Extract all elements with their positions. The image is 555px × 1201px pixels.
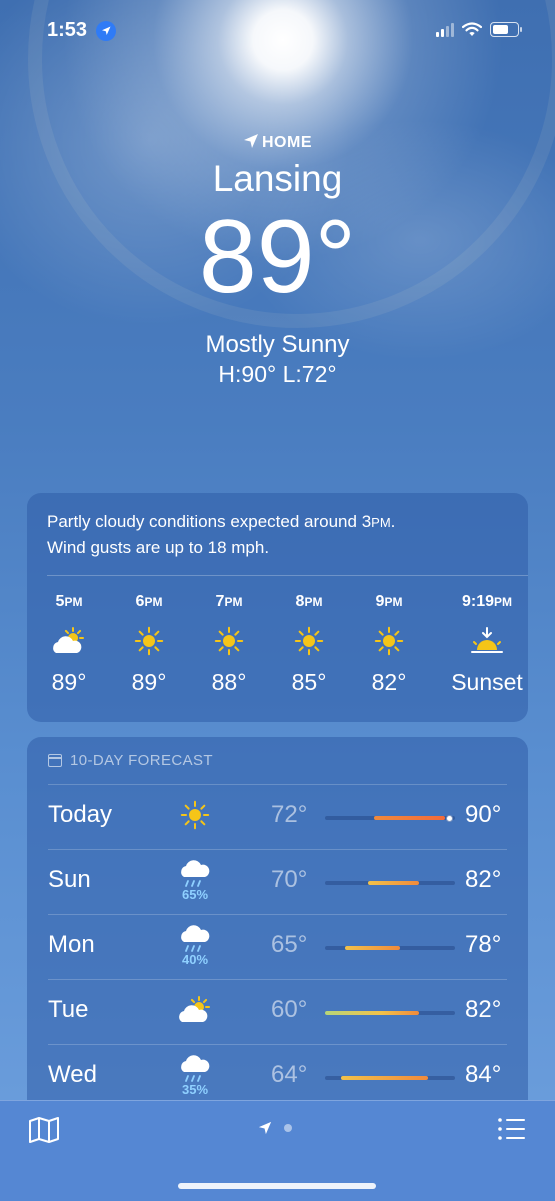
- ten-day-forecast-card[interactable]: 10-DAY FORECAST Today 72° 90° Sun 65% 70°…: [27, 737, 528, 1137]
- map-icon[interactable]: [28, 1116, 60, 1144]
- location-label: HOME: [0, 133, 555, 152]
- day-weather: 65%: [173, 859, 217, 902]
- day-label: Tue: [48, 996, 89, 1023]
- partly-cloudy-icon: [173, 995, 217, 1025]
- page-indicator[interactable]: [258, 1121, 292, 1135]
- temperature-range-fill: [367, 881, 419, 885]
- page-dot: [284, 1124, 292, 1132]
- temperature-range-bar: [325, 1011, 455, 1015]
- day-label: Mon: [48, 931, 95, 958]
- temperature-range-bar: [325, 946, 455, 950]
- forecast-title: 10-DAY FORECAST: [70, 752, 213, 769]
- hour-label: 5PM: [55, 593, 83, 610]
- hour-temperature: 89°: [51, 669, 87, 695]
- high-temperature: 90°: [465, 801, 502, 828]
- high-temperature: 82°: [465, 996, 502, 1023]
- location-services-icon: [96, 21, 116, 41]
- low-temperature: 70°: [271, 866, 308, 893]
- hour-label: 6PM: [135, 593, 163, 610]
- forecast-summary: Partly cloudy conditions expected around…: [47, 512, 396, 557]
- current-temperature: 89°: [198, 199, 357, 315]
- precip-chance: 40%: [181, 952, 209, 967]
- current-temp-dot: [445, 814, 453, 822]
- day-weather: 35%: [173, 1054, 217, 1097]
- forecast-row[interactable]: Today 72° 90°: [27, 784, 528, 849]
- low-temperature: 65°: [271, 931, 308, 958]
- day-label: Today: [48, 801, 113, 828]
- location-label-text: HOME: [262, 134, 312, 151]
- calendar-icon: [48, 754, 62, 767]
- temperature-range-fill: [325, 1011, 419, 1015]
- sun-icon: [173, 800, 217, 830]
- hour-temperature: 82°: [371, 669, 407, 695]
- sun-icon: [269, 623, 349, 659]
- sunset-icon: [447, 623, 527, 659]
- hour-temperature: 88°: [211, 669, 247, 695]
- hour-temperature: Sunset: [451, 669, 523, 695]
- hourly-item: 5PM 89°: [29, 593, 109, 696]
- temperature-range-fill: [340, 1076, 428, 1080]
- high-temperature: 78°: [465, 931, 502, 958]
- hour-label: 8PM: [295, 593, 323, 610]
- hour-temperature: 85°: [291, 669, 327, 695]
- home-indicator[interactable]: [178, 1183, 376, 1189]
- location-arrow-icon: [244, 134, 258, 148]
- wifi-icon: [462, 22, 482, 36]
- hour-label: 9:19PM: [461, 593, 513, 610]
- temperature-range-fill: [374, 816, 445, 820]
- list-icon[interactable]: [497, 1117, 525, 1141]
- hour-label: 7PM: [215, 593, 243, 610]
- high-low-temperature: H:90° L:72°: [218, 361, 337, 387]
- city-name: Lansing: [212, 158, 343, 199]
- temperature-range-fill: [344, 946, 401, 950]
- high-temperature: 82°: [465, 866, 502, 893]
- low-temperature: 72°: [271, 801, 308, 828]
- cellular-signal-icon: [436, 22, 454, 37]
- precip-chance: 35%: [181, 1082, 209, 1097]
- low-temperature: 60°: [271, 996, 308, 1023]
- rain-icon: [173, 859, 217, 889]
- hour-label: 9PM: [375, 593, 403, 610]
- status-time: 1:53: [47, 19, 88, 41]
- hourly-item: 8PM 85°: [269, 593, 349, 696]
- day-label: Sun: [48, 866, 91, 893]
- day-weather: [173, 794, 217, 830]
- forecast-header: 10-DAY FORECAST: [48, 752, 213, 769]
- hourly-item: 9:19PM Sunset: [447, 593, 527, 696]
- card-divider: [47, 575, 528, 576]
- temperature-range-bar: [325, 814, 455, 822]
- current-condition: Mostly Sunny: [205, 331, 350, 358]
- hourly-item: 6PM 89°: [109, 593, 189, 696]
- current-location-page-icon: [258, 1121, 272, 1135]
- sun-icon: [189, 623, 269, 659]
- rain-icon: [173, 924, 217, 954]
- battery-icon: [490, 22, 522, 37]
- temperature-range-bar: [325, 1076, 455, 1080]
- day-label: Wed: [48, 1061, 97, 1088]
- rain-icon: [173, 1054, 217, 1084]
- day-weather: 40%: [173, 924, 217, 967]
- sun-icon: [349, 623, 429, 659]
- day-weather: [173, 989, 217, 1025]
- precip-chance: 65%: [181, 887, 209, 902]
- status-indicators: [436, 22, 522, 37]
- hour-temperature: 89°: [131, 669, 167, 695]
- bottom-toolbar: [0, 1100, 555, 1201]
- forecast-row[interactable]: Mon 40% 65° 78°: [27, 914, 528, 979]
- high-temperature: 84°: [465, 1061, 502, 1088]
- sun-icon: [109, 623, 189, 659]
- low-temperature: 64°: [271, 1061, 308, 1088]
- partly-cloudy-icon: [29, 623, 109, 659]
- hourly-item: 9PM 82°: [349, 593, 429, 696]
- hourly-forecast-card[interactable]: Partly cloudy conditions expected around…: [27, 493, 528, 722]
- temperature-range-bar: [325, 881, 455, 885]
- forecast-row[interactable]: Tue 60° 82°: [27, 979, 528, 1044]
- forecast-row[interactable]: Sun 65% 70° 82°: [27, 849, 528, 914]
- hourly-item: 7PM 88°: [189, 593, 269, 696]
